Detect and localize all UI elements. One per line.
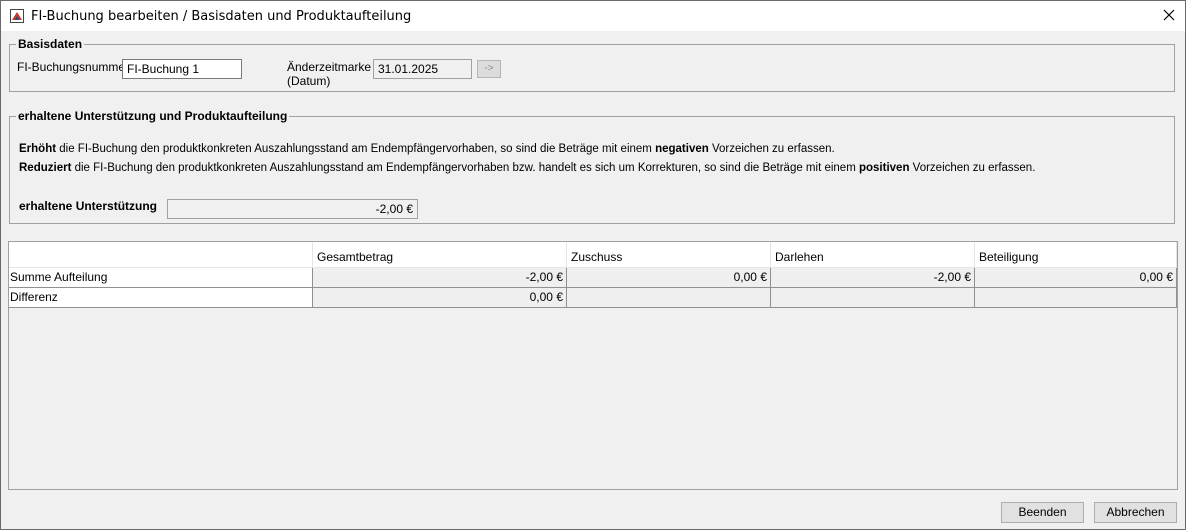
arrow-button[interactable]: ->	[477, 60, 501, 78]
beenden-button[interactable]: Beenden	[1001, 502, 1084, 523]
info-line-erhoeht: Erhöht die FI-Buchung den produktkonkret…	[19, 143, 835, 155]
table-header-gesamtbetrag[interactable]: Gesamtbetrag	[313, 242, 567, 268]
table-row-label: Differenz	[9, 288, 313, 308]
buchungsnummer-input[interactable]: FI-Buchung 1	[122, 59, 242, 79]
title-bar: FI-Buchung bearbeiten / Basisdaten und P…	[1, 1, 1185, 31]
table-cell-summe-beteiligung[interactable]: 0,00 €	[975, 268, 1177, 288]
aenderzeitmarke-field: 31.01.2025	[373, 59, 472, 79]
support-label: erhaltene Unterstützung	[19, 199, 158, 213]
erhoeht-bold: Erhöht	[19, 143, 57, 155]
table-cell-differenz-gesamtbetrag[interactable]: 0,00 €	[313, 288, 567, 308]
table-row-label: Summe Aufteilung	[9, 268, 313, 288]
table-cell-differenz-zuschuss[interactable]	[567, 288, 771, 308]
dialog-window: FI-Buchung bearbeiten / Basisdaten und P…	[0, 0, 1186, 530]
info-line-reduziert: Reduziert die FI-Buchung den produktkonk…	[19, 162, 1035, 174]
table-header-zuschuss[interactable]: Zuschuss	[567, 242, 771, 268]
table-cell-summe-darlehen[interactable]: -2,00 €	[771, 268, 975, 288]
table-cell-summe-gesamtbetrag[interactable]: -2,00 €	[313, 268, 567, 288]
basisdaten-legend: Basisdaten	[16, 37, 85, 51]
aenderzeitmarke-sublabel: (Datum)	[287, 74, 331, 88]
table-cell-summe-zuschuss[interactable]: 0,00 €	[567, 268, 771, 288]
positiven-bold: positiven	[858, 162, 910, 174]
abbrechen-button[interactable]: Abbrechen	[1094, 502, 1177, 523]
table-cell-differenz-beteiligung[interactable]	[975, 288, 1177, 308]
negativen-bold: negativen	[655, 143, 709, 155]
reduziert-text-a: die FI-Buchung den produktkonkreten Ausz…	[71, 162, 859, 174]
table-header-empty	[9, 242, 313, 268]
app-icon	[10, 9, 24, 23]
close-button[interactable]	[1155, 1, 1185, 31]
close-icon	[1163, 9, 1175, 21]
reduziert-bold: Reduziert	[19, 162, 72, 174]
unterstuetzung-legend: erhaltene Unterstützung und Produktaufte…	[16, 109, 290, 123]
erhoeht-text-a: die FI-Buchung den produktkonkreten Ausz…	[56, 143, 656, 155]
aenderzeitmarke-label: Änderzeitmarke	[287, 60, 372, 74]
support-value-field: -2,00 €	[167, 199, 418, 219]
buchungsnummer-label: FI-Buchungsnummer	[17, 60, 130, 74]
erhoeht-text-b: Vorzeichen zu erfassen.	[708, 143, 835, 155]
table-header-beteiligung[interactable]: Beteiligung	[975, 242, 1177, 268]
reduziert-text-b: Vorzeichen zu erfassen.	[909, 162, 1036, 174]
window-title: FI-Buchung bearbeiten / Basisdaten und P…	[31, 9, 412, 24]
table-cell-differenz-darlehen[interactable]	[771, 288, 975, 308]
table-header-darlehen[interactable]: Darlehen	[771, 242, 975, 268]
aufteilung-table: Gesamtbetrag Zuschuss Darlehen Beteiligu…	[8, 241, 1178, 490]
